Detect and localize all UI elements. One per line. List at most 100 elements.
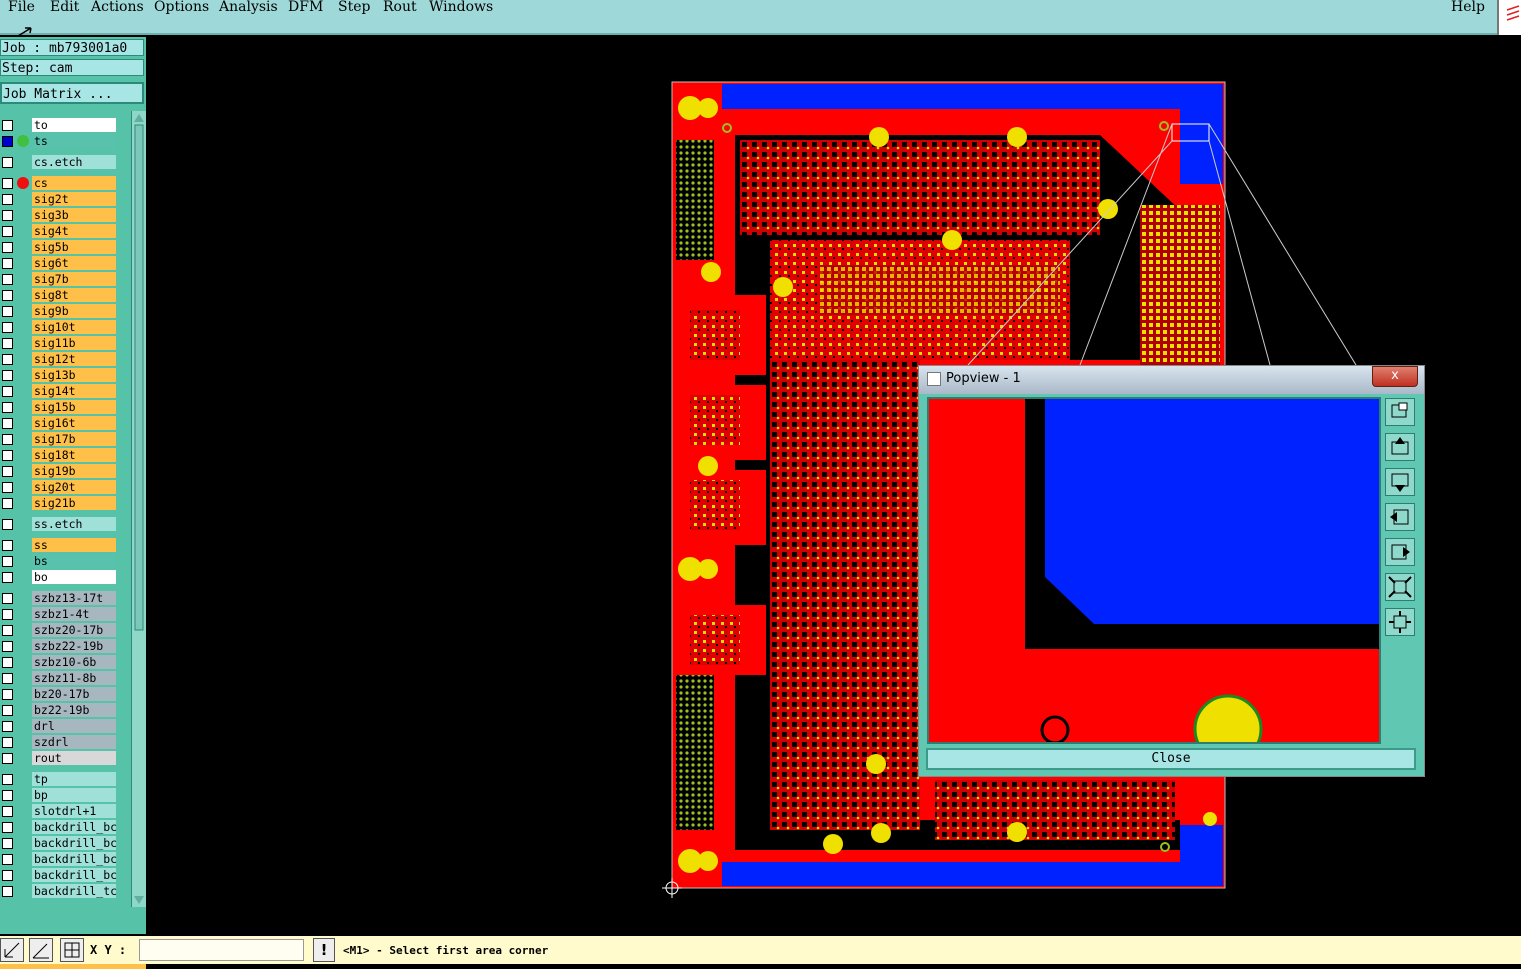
layer-row[interactable]: sig3b	[0, 208, 118, 223]
layer-row[interactable]: szbz13-17t	[0, 591, 118, 606]
popview-titlebar[interactable]: Popview - 1 x	[919, 366, 1424, 394]
layer-row[interactable]: rout	[0, 751, 118, 766]
layer-checkbox[interactable]	[2, 609, 13, 620]
layer-checkbox[interactable]	[2, 338, 13, 349]
layer-row[interactable]: to	[0, 118, 118, 133]
layer-row[interactable]: backdrill_bc	[0, 836, 118, 851]
layer-row[interactable]: tp	[0, 772, 118, 787]
layer-row[interactable]: ss.etch	[0, 517, 118, 532]
layer-row[interactable]: backdrill_bc	[0, 820, 118, 835]
layer-checkbox[interactable]	[2, 641, 13, 652]
layer-checkbox[interactable]	[2, 120, 13, 131]
layer-checkbox[interactable]	[2, 242, 13, 253]
layer-row[interactable]: sig12t	[0, 352, 118, 367]
layer-checkbox[interactable]	[2, 354, 13, 365]
layer-row[interactable]: bz22-19b	[0, 703, 118, 718]
layer-checkbox[interactable]	[2, 290, 13, 301]
layer-checkbox[interactable]	[2, 226, 13, 237]
layer-checkbox[interactable]	[2, 498, 13, 509]
layer-checkbox[interactable]	[2, 721, 13, 732]
layer-row[interactable]: szbz1-4t	[0, 607, 118, 622]
job-matrix-button[interactable]: Job Matrix ...	[0, 82, 144, 104]
layer-checkbox[interactable]	[2, 886, 13, 897]
layer-row[interactable]: sig13b	[0, 368, 118, 383]
layer-row[interactable]: bs	[0, 554, 118, 569]
layer-row[interactable]: szdrl	[0, 735, 118, 750]
popview-canvas[interactable]	[927, 397, 1381, 744]
layer-checkbox[interactable]	[2, 450, 13, 461]
popview-pan-left-button[interactable]	[1385, 503, 1415, 531]
layer-checkbox[interactable]	[2, 402, 13, 413]
warning-button[interactable]: !	[313, 938, 335, 962]
layer-checkbox[interactable]	[2, 482, 13, 493]
layer-checkbox[interactable]	[2, 774, 13, 785]
layer-row[interactable]: ss	[0, 538, 118, 553]
layer-checkbox[interactable]	[2, 705, 13, 716]
layer-checkbox[interactable]	[2, 806, 13, 817]
layer-row[interactable]: sig11b	[0, 336, 118, 351]
layer-row[interactable]: szbz20-17b	[0, 623, 118, 638]
layer-checkbox[interactable]	[2, 540, 13, 551]
layer-checkbox[interactable]	[2, 434, 13, 445]
layer-checkbox[interactable]	[2, 210, 13, 221]
layer-row[interactable]: sig6t	[0, 256, 118, 271]
layer-row[interactable]: sig14t	[0, 384, 118, 399]
layer-checkbox[interactable]	[2, 572, 13, 583]
popview-fit-button[interactable]	[1385, 398, 1415, 426]
layer-checkbox[interactable]	[2, 854, 13, 865]
layer-checkbox[interactable]	[2, 258, 13, 269]
popview-pan-up-button[interactable]	[1385, 433, 1415, 461]
layer-row[interactable]: sig15b	[0, 400, 118, 415]
layer-row[interactable]: sig2t	[0, 192, 118, 207]
layer-checkbox[interactable]	[2, 556, 13, 567]
popview-zoom-out-button[interactable]	[1385, 573, 1415, 601]
layer-checkbox[interactable]	[2, 136, 13, 147]
layer-checkbox[interactable]	[2, 838, 13, 849]
layer-row[interactable]: sig21b	[0, 496, 118, 511]
layer-checkbox[interactable]	[2, 593, 13, 604]
layer-checkbox[interactable]	[2, 178, 13, 189]
layer-checkbox[interactable]	[2, 386, 13, 397]
layer-row[interactable]: bp	[0, 788, 118, 803]
measure-button[interactable]	[0, 938, 24, 962]
layer-row[interactable]: sig8t	[0, 288, 118, 303]
layer-row[interactable]: sig4t	[0, 224, 118, 239]
layer-row[interactable]: szbz22-19b	[0, 639, 118, 654]
layer-row[interactable]: sig5b	[0, 240, 118, 255]
layer-row[interactable]: sig17b	[0, 432, 118, 447]
layer-checkbox[interactable]	[2, 790, 13, 801]
layer-row[interactable]: backdrill_bc	[0, 868, 118, 883]
layer-checkbox[interactable]	[2, 370, 13, 381]
layer-scrollbar[interactable]	[131, 111, 146, 907]
layer-row[interactable]: cs	[0, 176, 118, 191]
layer-row[interactable]: szbz10-6b	[0, 655, 118, 670]
layer-checkbox[interactable]	[2, 157, 13, 168]
popview-pan-right-button[interactable]	[1385, 538, 1415, 566]
layer-row[interactable]: cs.etch	[0, 155, 118, 170]
layer-checkbox[interactable]	[2, 194, 13, 205]
layer-row[interactable]: sig19b	[0, 464, 118, 479]
layer-checkbox[interactable]	[2, 673, 13, 684]
popview-close-button[interactable]: Close	[926, 748, 1416, 770]
layer-row[interactable]: ts	[0, 134, 118, 149]
layer-checkbox[interactable]	[2, 466, 13, 477]
popview-zoom-in-button[interactable]	[1385, 608, 1415, 636]
layer-row[interactable]: sig9b	[0, 304, 118, 319]
layer-checkbox[interactable]	[2, 418, 13, 429]
popview-close-x-button[interactable]: x	[1372, 366, 1418, 387]
layer-row[interactable]: bz20-17b	[0, 687, 118, 702]
layer-checkbox[interactable]	[2, 274, 13, 285]
layer-row[interactable]: sig18t	[0, 448, 118, 463]
layer-checkbox[interactable]	[2, 306, 13, 317]
layer-checkbox[interactable]	[2, 870, 13, 881]
layer-checkbox[interactable]	[2, 753, 13, 764]
layer-row[interactable]: slotdrl+1	[0, 804, 118, 819]
layer-row[interactable]: szbz11-8b	[0, 671, 118, 686]
layer-checkbox[interactable]	[2, 657, 13, 668]
layer-row[interactable]: sig16t	[0, 416, 118, 431]
grid-button[interactable]	[60, 938, 84, 962]
layer-checkbox[interactable]	[2, 689, 13, 700]
layer-checkbox[interactable]	[2, 625, 13, 636]
popview-pan-down-button[interactable]	[1385, 468, 1415, 496]
layer-row[interactable]: sig20t	[0, 480, 118, 495]
